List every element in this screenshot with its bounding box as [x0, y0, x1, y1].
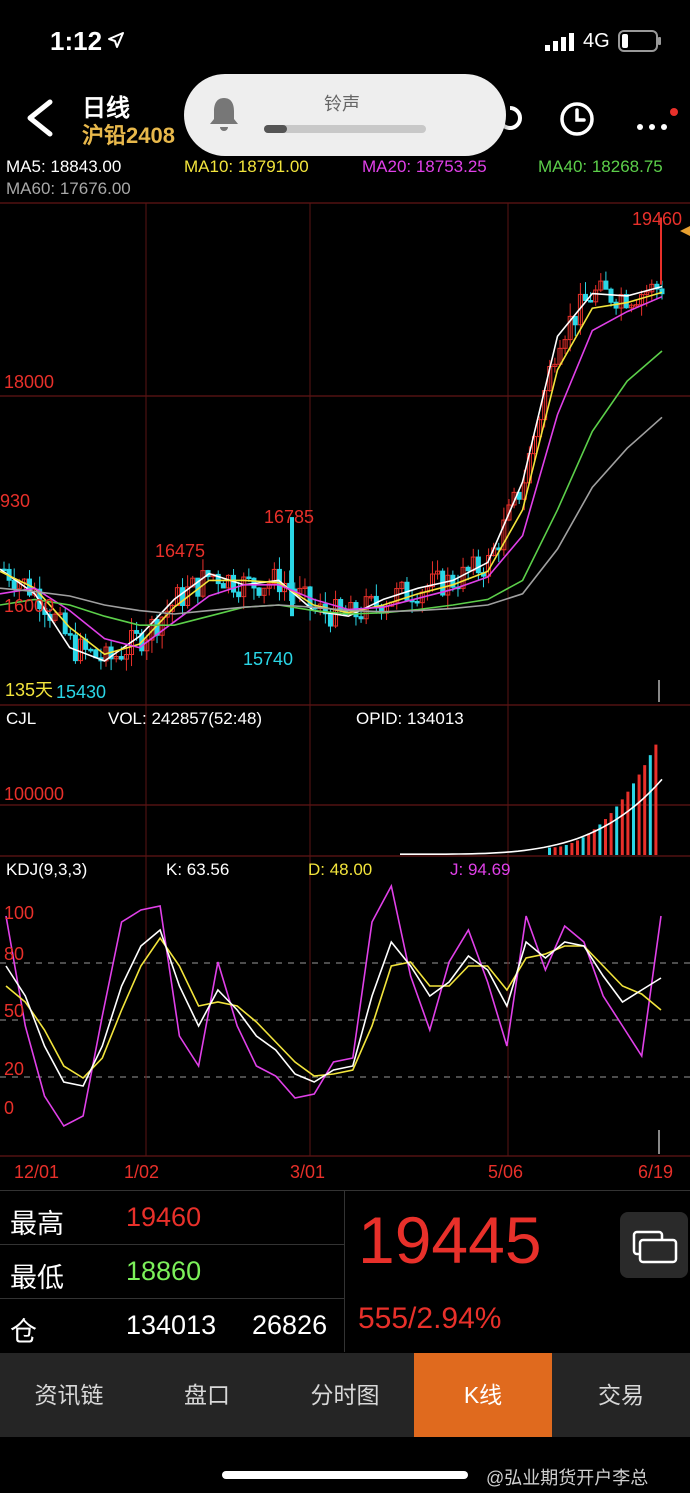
candle-body	[72, 634, 78, 662]
axis-label-16000: 16000	[4, 596, 54, 616]
candle-body	[246, 576, 252, 580]
candle-body	[88, 648, 94, 652]
peak-label-16785: 16785	[264, 507, 314, 527]
low-label-15430: 15430	[56, 682, 106, 702]
days-label: 135天	[5, 680, 53, 700]
high-label: 最高	[10, 1209, 64, 1239]
volume-bar	[570, 842, 574, 855]
volume-bar	[609, 813, 613, 855]
open-interest-value: 134013	[126, 1310, 217, 1340]
candle-body	[475, 556, 481, 574]
kdj-tick-50: 50	[4, 1001, 24, 1021]
last-price: 19445	[358, 1203, 542, 1277]
date-tick: 1/02	[124, 1162, 159, 1182]
axis-label-18000: 18000	[4, 372, 54, 392]
low-label: 最低	[10, 1263, 64, 1293]
divider	[0, 1244, 344, 1245]
candle-body	[572, 315, 578, 326]
candle-body	[465, 566, 471, 572]
kdj-title: KDJ(9,3,3)	[6, 860, 87, 879]
quote-panel: 最高 19460 最低 18860 仓 134013 26826 19445 5…	[0, 1190, 690, 1352]
tab-kline[interactable]: K线	[414, 1353, 552, 1437]
volume-bar	[553, 847, 557, 855]
kdj-tick-0: 0	[4, 1098, 14, 1118]
open-interest-change: 26826	[252, 1310, 328, 1340]
candle-body	[588, 300, 594, 303]
tab-news-chain[interactable]: 资讯链	[0, 1353, 138, 1437]
volume-bar	[632, 783, 635, 855]
volume-bar	[654, 744, 658, 855]
peak-label-16475: 16475	[155, 541, 205, 561]
kdj-k-label: K: 63.56	[166, 860, 229, 879]
candle-body	[231, 574, 237, 593]
high-price-label: 19460	[632, 209, 682, 229]
volume-bar	[637, 774, 641, 855]
kdj-j-label: J: 94.69	[450, 860, 511, 879]
vol-label: VOL: 242857(52:48)	[108, 709, 262, 728]
divider	[344, 1190, 345, 1352]
kdj-d-label: D: 48.00	[308, 860, 372, 879]
candle-body	[414, 600, 420, 604]
edge-value-label: 930	[0, 491, 30, 511]
opid-label: OPID: 134013	[356, 709, 464, 728]
candle-body	[327, 613, 333, 627]
volume-bar	[626, 791, 630, 855]
candle-body	[118, 656, 124, 660]
kdj-tick-80: 80	[4, 944, 24, 964]
candle-body	[236, 591, 242, 598]
volume-bar	[587, 833, 591, 855]
price-change: 555/2.94%	[358, 1302, 502, 1335]
candle-body	[256, 587, 262, 596]
candle-body	[220, 583, 226, 589]
kdj-j-line	[5, 883, 662, 1128]
divider	[0, 1298, 344, 1299]
ma-line-ma60	[0, 416, 663, 615]
switch-view-button[interactable]	[620, 1212, 688, 1278]
date-tick: 3/01	[290, 1162, 325, 1182]
high-value: 19460	[126, 1202, 202, 1232]
kdj-tick-100: 100	[4, 903, 34, 923]
volume-bar	[643, 765, 647, 855]
cjl-label: CJL	[6, 709, 36, 728]
candle-body	[11, 579, 17, 590]
watermark: @弘业期货开户李总	[486, 1468, 649, 1488]
date-tick: 6/19	[638, 1162, 673, 1182]
axis-label-100000: 100000	[4, 784, 64, 804]
candle-body	[603, 280, 609, 290]
tab-trade[interactable]: 交易	[552, 1353, 690, 1437]
date-tick: 5/06	[488, 1162, 523, 1182]
bottom-tabbar: 资讯链 盘口 分时图 K线 交易	[0, 1353, 690, 1437]
tab-timeshare[interactable]: 分时图	[276, 1353, 414, 1437]
volume-bar	[615, 806, 619, 855]
candle-body	[67, 633, 73, 636]
date-tick: 12/01	[14, 1162, 59, 1182]
volume-bar	[564, 844, 568, 855]
ma-line-ma20	[0, 295, 663, 649]
candle-spike	[290, 517, 294, 617]
volume-bar	[620, 799, 624, 855]
divider	[0, 1190, 690, 1191]
volume-bar	[576, 840, 579, 855]
open-interest-label: 仓	[10, 1317, 37, 1347]
home-indicator[interactable]	[222, 1471, 468, 1479]
candle-body	[134, 630, 140, 634]
low-value: 18860	[126, 1256, 202, 1286]
ma-line-ma40	[0, 350, 663, 627]
kdj-tick-20: 20	[4, 1059, 24, 1079]
switch-view-icon	[632, 1230, 678, 1264]
candle-body	[358, 616, 364, 620]
volume-bar	[648, 755, 652, 855]
volume-bar	[592, 829, 596, 855]
volume-bar	[548, 847, 551, 855]
volume-bar	[581, 837, 585, 855]
volume-bar	[559, 846, 563, 855]
kline-chart[interactable]: 18000 16000 930 19460 16785 16475 15740 …	[0, 0, 690, 1190]
low-label-15740: 15740	[243, 649, 293, 669]
tab-orderbook[interactable]: 盘口	[138, 1353, 276, 1437]
